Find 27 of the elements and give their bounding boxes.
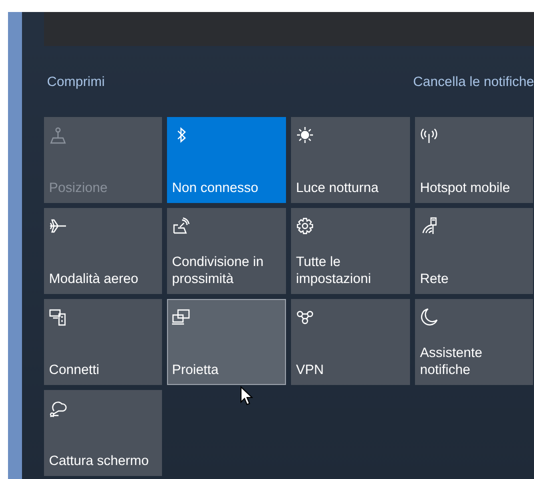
- quick-action-tile[interactable]: Hotspot mobile: [415, 117, 533, 203]
- quick-action-tile[interactable]: Assistente notifiche: [415, 299, 533, 385]
- airplane-icon: [49, 217, 67, 235]
- project-icon: [172, 308, 190, 326]
- quick-action-tile[interactable]: Rete: [415, 208, 533, 294]
- quick-action-tile[interactable]: Non connesso: [167, 117, 286, 203]
- settings-icon: [296, 217, 314, 235]
- quick-action-tile[interactable]: VPN: [291, 299, 410, 385]
- quick-action-tile[interactable]: Connetti: [44, 299, 162, 385]
- connect-icon: [49, 308, 67, 326]
- brightness-icon: [296, 126, 314, 144]
- mouse-pointer-icon: [240, 386, 253, 406]
- clear-notifications-link[interactable]: Cancella le notifiche: [413, 74, 534, 90]
- network-icon: [420, 217, 438, 235]
- snip-icon: [49, 399, 67, 417]
- quick-action-tile[interactable]: Condivisione in prossimità: [167, 208, 286, 294]
- share-icon: [172, 217, 190, 235]
- collapse-link[interactable]: Comprimi: [47, 74, 105, 90]
- hotspot-icon: [420, 126, 438, 144]
- quick-action-tile[interactable]: Cattura schermo: [44, 390, 162, 476]
- vpn-icon: [296, 308, 314, 326]
- quick-action-tile[interactable]: Tutte le impostazioni: [291, 208, 410, 294]
- quick-action-tile[interactable]: Modalità aereo: [44, 208, 162, 294]
- quick-action-tile[interactable]: Proietta: [167, 299, 286, 385]
- location-icon: [49, 126, 67, 144]
- moon-icon: [420, 308, 438, 326]
- quick-action-tile[interactable]: Luce notturna: [291, 117, 410, 203]
